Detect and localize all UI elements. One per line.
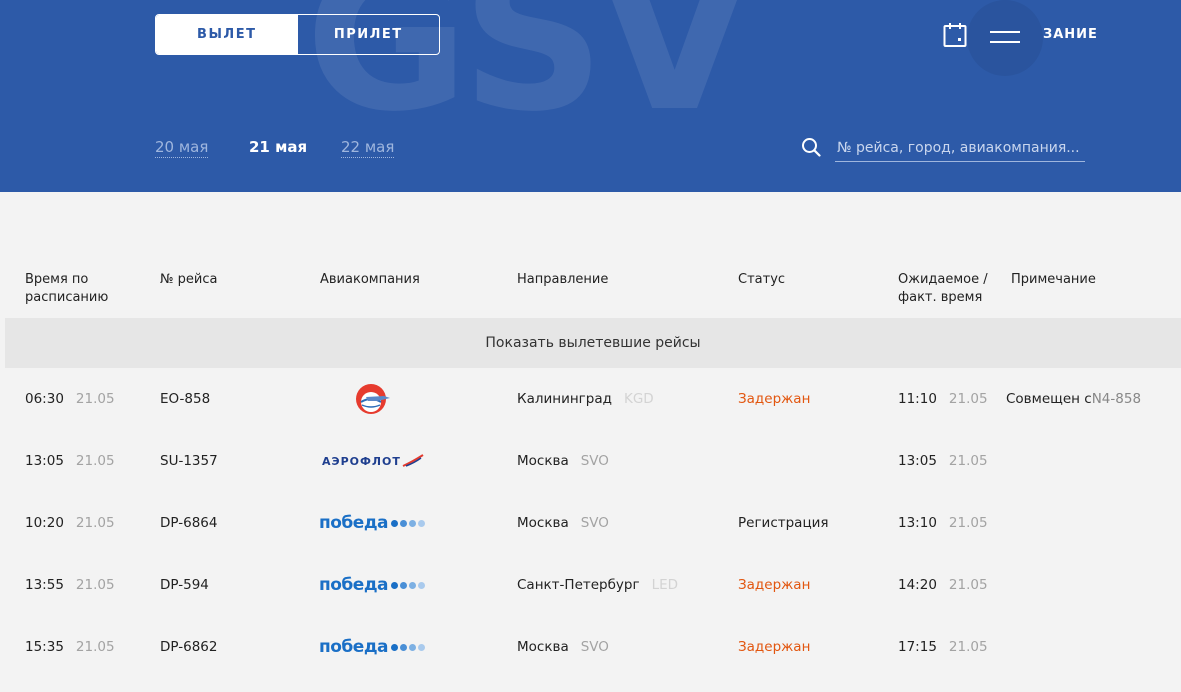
actual-date: 21.05 bbox=[948, 515, 988, 531]
col-destination: Направление bbox=[517, 272, 609, 287]
actual-date: 21.05 bbox=[948, 577, 988, 593]
status-badge: Задержан bbox=[738, 577, 811, 593]
table-row[interactable]: 13:55 21.05 DP-594 победа Санкт-Петербург… bbox=[0, 554, 1181, 616]
actual-date: 21.05 bbox=[948, 391, 988, 407]
pobeda-logo-text: победа bbox=[319, 575, 389, 595]
pobeda-logo: победа bbox=[319, 492, 427, 554]
pobeda-logo: победа bbox=[319, 616, 427, 678]
scheduled-time: 13:05 bbox=[25, 453, 64, 469]
table-row[interactable]: 15:35 21.05 DP-6862 победа Москва SVO Заде… bbox=[0, 616, 1181, 678]
col-status: Статус bbox=[738, 272, 786, 287]
scheduled-time: 10:20 bbox=[25, 515, 64, 531]
actual-time: 11:10 bbox=[898, 391, 937, 407]
hamburger-icon bbox=[990, 31, 1020, 33]
table-row[interactable]: 13:05 21.05 SU-1357 АЭРОФЛОТ Москва SVO 13… bbox=[0, 430, 1181, 492]
col-flight-number: № рейса bbox=[160, 272, 218, 287]
scheduled-date: 21.05 bbox=[75, 639, 115, 655]
destination-city: Санкт-Петербург bbox=[517, 577, 640, 593]
col-actual-time: Ожидаемое / факт. время bbox=[898, 272, 988, 305]
date-prev[interactable]: 20 мая bbox=[155, 138, 209, 158]
flight-number: DP-6864 bbox=[160, 515, 218, 531]
airport-code: SVO bbox=[580, 515, 609, 531]
scheduled-date: 21.05 bbox=[75, 515, 115, 531]
col-scheduled-time: Время по расписанию bbox=[25, 272, 109, 305]
flight-number: DP-6862 bbox=[160, 639, 218, 655]
actual-date: 21.05 bbox=[948, 639, 988, 655]
airport-code: SVO bbox=[580, 639, 609, 655]
table-row[interactable]: 10:20 21.05 DP-6864 победа Москва SVO Реги… bbox=[0, 492, 1181, 554]
header: GSV ВЫЛЕТ ПРИЛЕТ ЗАНИЕ 20 мая 21 мая 22 … bbox=[0, 0, 1181, 192]
pobeda-dots-icon bbox=[391, 581, 427, 589]
table-row[interactable]: 06:30 21.05 EO-858 Калининград KGD Задержа… bbox=[0, 368, 1181, 430]
status-badge: Регистрация bbox=[738, 515, 829, 531]
airport-code: LED bbox=[651, 577, 679, 593]
actual-date: 21.05 bbox=[948, 453, 988, 469]
tab-arrival[interactable]: ПРИЛЕТ bbox=[298, 15, 440, 54]
scheduled-time: 15:35 bbox=[25, 639, 64, 655]
scheduled-time: 06:30 bbox=[25, 391, 64, 407]
destination-city: Москва bbox=[517, 453, 569, 469]
col-note: Примечание bbox=[1011, 272, 1096, 287]
search-input[interactable] bbox=[835, 134, 1085, 162]
ikar-logo bbox=[353, 368, 391, 430]
menu-button[interactable] bbox=[967, 0, 1043, 76]
flight-number: SU-1357 bbox=[160, 453, 218, 469]
note-flight-code: N4-858 bbox=[1091, 391, 1142, 407]
pobeda-logo-text: победа bbox=[319, 513, 389, 533]
show-departed-button[interactable]: Показать вылетевшие рейсы bbox=[5, 318, 1181, 368]
airport-code: SVO bbox=[580, 453, 609, 469]
scheduled-date: 21.05 bbox=[75, 391, 115, 407]
pobeda-logo: победа bbox=[319, 554, 427, 616]
calendar-icon[interactable] bbox=[943, 22, 967, 48]
actual-time: 13:05 bbox=[898, 453, 937, 469]
tab-departure[interactable]: ВЫЛЕТ bbox=[156, 15, 298, 54]
aeroflot-logo: АЭРОФЛОТ bbox=[322, 430, 424, 492]
status-badge: Задержан bbox=[738, 639, 811, 655]
scheduled-date: 21.05 bbox=[75, 577, 115, 593]
date-next[interactable]: 22 мая bbox=[341, 138, 395, 158]
flight-number: EO-858 bbox=[160, 391, 211, 407]
aeroflot-logo-text: АЭРОФЛОТ bbox=[322, 454, 401, 468]
note-text: Совмещен с bbox=[1006, 391, 1092, 407]
pobeda-dots-icon bbox=[391, 643, 427, 651]
flight-number: DP-594 bbox=[160, 577, 209, 593]
destination-city: Калининград bbox=[517, 391, 612, 407]
actual-time: 14:20 bbox=[898, 577, 937, 593]
scheduled-date: 21.05 bbox=[75, 453, 115, 469]
pobeda-dots-icon bbox=[391, 519, 427, 527]
airport-code: KGD bbox=[623, 391, 654, 407]
pobeda-logo-text: победа bbox=[319, 637, 389, 657]
schedule-label[interactable]: ЗАНИЕ bbox=[1043, 27, 1098, 42]
col-airline: Авиакомпания bbox=[320, 272, 420, 287]
destination-city: Москва bbox=[517, 639, 569, 655]
direction-toggle: ВЫЛЕТ ПРИЛЕТ bbox=[155, 14, 440, 55]
search-icon[interactable] bbox=[801, 137, 821, 157]
status-badge: Задержан bbox=[738, 391, 811, 407]
actual-time: 13:10 bbox=[898, 515, 937, 531]
destination-city: Москва bbox=[517, 515, 569, 531]
scheduled-time: 13:55 bbox=[25, 577, 64, 593]
date-current[interactable]: 21 мая bbox=[249, 138, 307, 156]
actual-time: 17:15 bbox=[898, 639, 937, 655]
